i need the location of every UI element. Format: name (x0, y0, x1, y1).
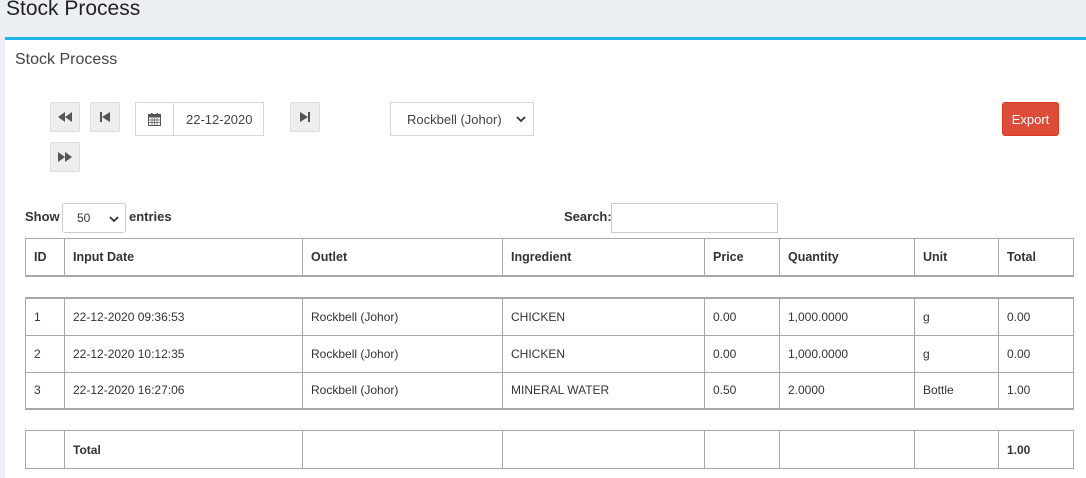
table-row: 2 22-12-2020 10:12:35 Rockbell (Johor) C… (25, 334, 1074, 373)
entries-select[interactable]: 50 (62, 203, 126, 233)
cell-unit: g (914, 334, 999, 373)
cell-quantity: 1,000.0000 (779, 297, 915, 336)
column-header-id[interactable]: ID (25, 238, 65, 277)
cell-price: 0.00 (704, 334, 780, 373)
cell-quantity: 2.0000 (779, 371, 915, 410)
table-row: 1 22-12-2020 09:36:53 Rockbell (Johor) C… (25, 297, 1074, 336)
calendar-icon (148, 112, 161, 126)
last-day-button[interactable] (50, 142, 80, 172)
cell-price: 0.50 (704, 371, 780, 410)
column-header-quantity[interactable]: Quantity (779, 238, 915, 277)
page-title: Stock Process (6, 0, 141, 20)
outlet-select-value: Rockbell (Johor) (407, 111, 502, 127)
entries-select-value: 50 (77, 211, 91, 225)
cell-empty (779, 430, 915, 469)
cell-total: 1.00 (998, 371, 1074, 410)
step-backward-icon (100, 112, 110, 122)
column-header-ingredient[interactable]: Ingredient (502, 238, 705, 277)
cell-input-date: 22-12-2020 10:12:35 (64, 334, 303, 373)
table-body: 1 22-12-2020 09:36:53 Rockbell (Johor) C… (25, 297, 1074, 410)
cell-empty (704, 430, 780, 469)
fast-backward-icon (58, 112, 72, 122)
chevron-down-icon (516, 116, 526, 123)
calendar-addon[interactable] (135, 102, 174, 136)
cell-outlet: Rockbell (Johor) (302, 371, 503, 410)
column-header-outlet[interactable]: Outlet (302, 238, 503, 277)
chevron-down-icon (109, 216, 119, 223)
date-input[interactable] (173, 102, 264, 136)
cell-ingredient: MINERAL WATER (502, 371, 705, 410)
cell-empty (914, 430, 999, 469)
stock-process-box: Stock Process Rockbell (Johor) Export Sh… (5, 37, 1086, 478)
cell-id: 1 (25, 297, 65, 336)
outlet-select[interactable]: Rockbell (Johor) (390, 102, 534, 136)
column-header-input-date[interactable]: Input Date (64, 238, 303, 277)
column-header-unit[interactable]: Unit (914, 238, 999, 277)
cell-id: 3 (25, 371, 65, 410)
cell-empty (502, 430, 705, 469)
table-row: 3 22-12-2020 16:27:06 Rockbell (Johor) M… (25, 371, 1074, 410)
cell-input-date: 22-12-2020 16:27:06 (64, 371, 303, 410)
search-input[interactable] (611, 203, 778, 233)
step-forward-icon (300, 112, 310, 122)
cell-unit: Bottle (914, 371, 999, 410)
cell-outlet: Rockbell (Johor) (302, 297, 503, 336)
total-label: Total (64, 430, 303, 469)
cell-ingredient: CHICKEN (502, 297, 705, 336)
cell-quantity: 1,000.0000 (779, 334, 915, 373)
cell-id: 2 (25, 334, 65, 373)
table-footer: Total 1.00 (25, 430, 1074, 469)
cell-outlet: Rockbell (Johor) (302, 334, 503, 373)
cell-empty (25, 430, 65, 469)
previous-day-button[interactable] (90, 102, 120, 132)
cell-input-date: 22-12-2020 09:36:53 (64, 297, 303, 336)
entries-label: entries (129, 209, 172, 224)
table-header: ID Input Date Outlet Ingredient Price Qu… (25, 238, 1074, 277)
cell-unit: g (914, 297, 999, 336)
export-button[interactable]: Export (1002, 102, 1059, 136)
column-header-total[interactable]: Total (998, 238, 1074, 277)
cell-total: 0.00 (998, 334, 1074, 373)
show-label: Show (25, 209, 60, 224)
cell-empty (302, 430, 503, 469)
cell-total: 0.00 (998, 297, 1074, 336)
column-header-price[interactable]: Price (704, 238, 780, 277)
total-row: Total 1.00 (25, 430, 1074, 469)
search-label: Search: (564, 209, 612, 224)
total-value: 1.00 (998, 430, 1074, 469)
fast-forward-icon (58, 152, 72, 162)
cell-ingredient: CHICKEN (502, 334, 705, 373)
next-day-button[interactable] (290, 102, 320, 132)
cell-price: 0.00 (704, 297, 780, 336)
first-day-button[interactable] (50, 102, 80, 132)
box-title: Stock Process (15, 51, 118, 68)
